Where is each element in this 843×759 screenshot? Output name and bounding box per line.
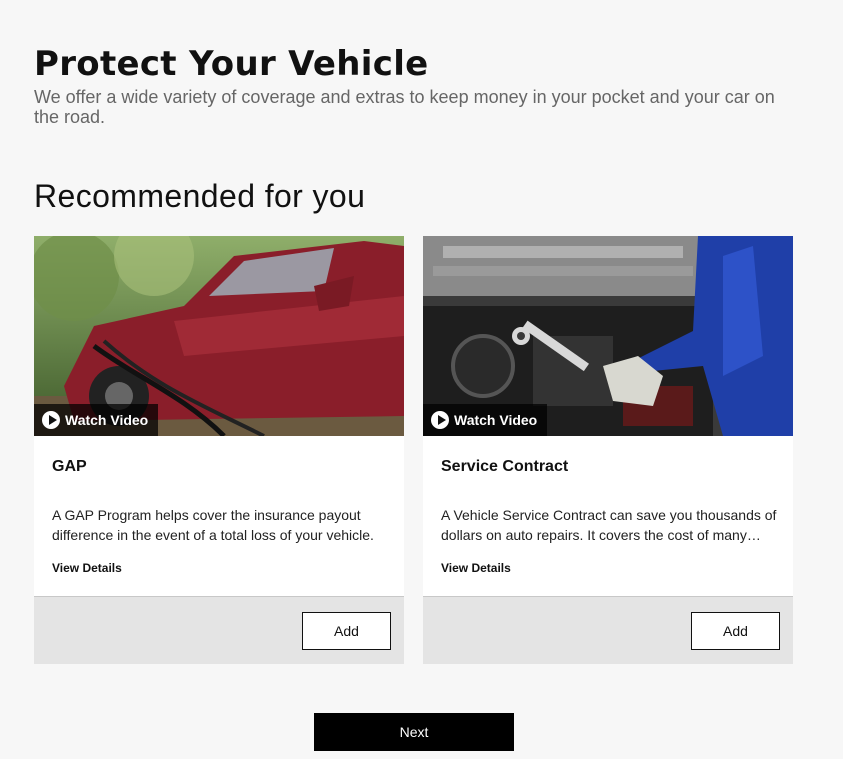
card-image-mechanic-wrench: Watch Video [423,236,793,436]
card-footer: Add [34,596,404,664]
card-description: A GAP Program helps cover the insurance … [52,507,374,543]
watch-video-button[interactable]: Watch Video [423,404,548,436]
product-card-service-contract: Watch Video Service Contract A Vehicle S… [423,236,793,664]
product-card-gap: Watch Video GAP A GAP Program helps cove… [34,236,404,664]
play-icon [42,411,60,429]
watch-video-label: Watch Video [454,412,538,428]
card-title: GAP [52,458,87,475]
add-button[interactable]: Add [302,612,391,650]
add-button[interactable]: Add [691,612,780,650]
view-details-link[interactable]: View Details [52,561,122,575]
card-image-wrecked-car: Watch Video [34,236,404,436]
play-icon [431,411,449,429]
page-title: Protect Your Vehicle [34,44,429,84]
page-subtitle: We offer a wide variety of coverage and … [34,87,775,127]
card-title: Service Contract [441,458,569,475]
watch-video-button[interactable]: Watch Video [34,404,159,436]
card-description: A Vehicle Service Contract can save you … [441,507,777,543]
view-details-link[interactable]: View Details [441,561,511,575]
section-heading: Recommended for you [34,178,366,214]
card-footer: Add [423,596,793,664]
next-button[interactable]: Next [314,713,514,751]
watch-video-label: Watch Video [65,412,149,428]
